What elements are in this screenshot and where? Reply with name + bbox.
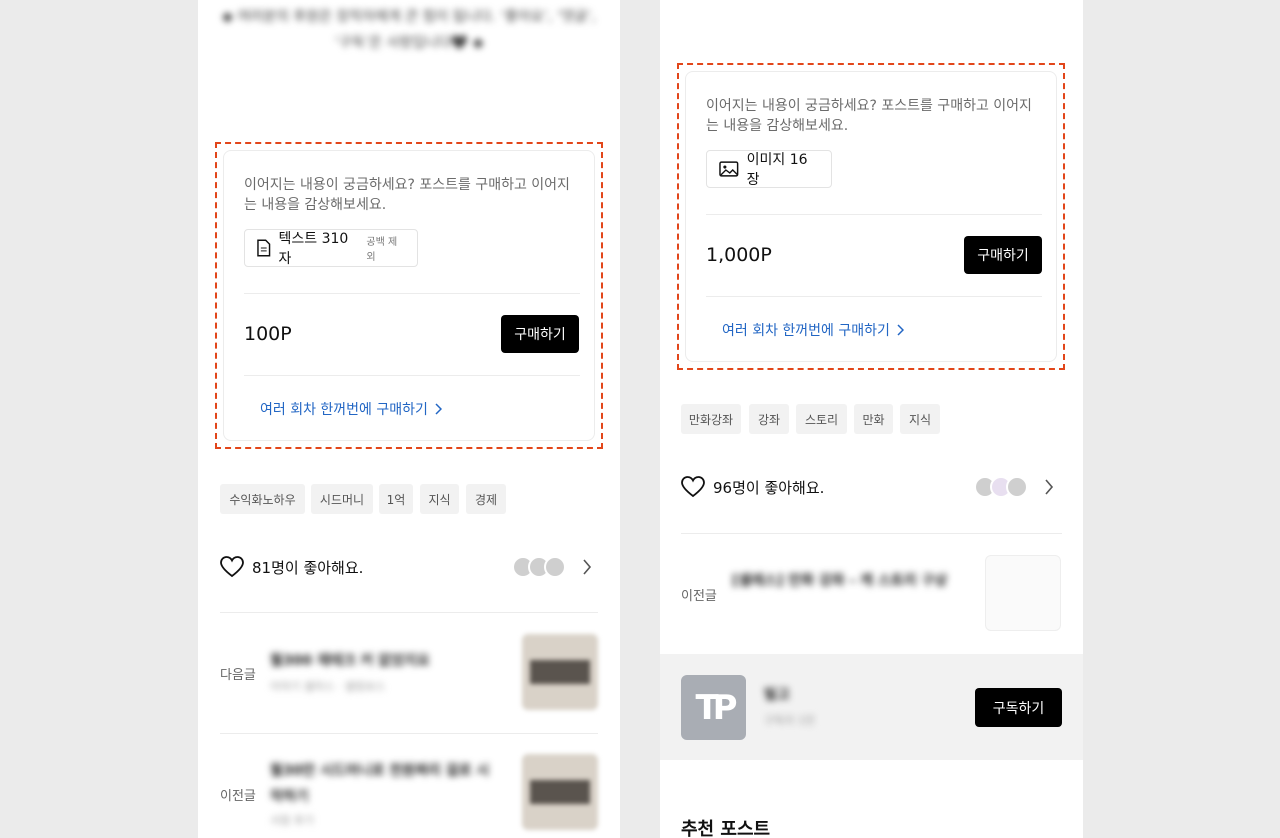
purchase-description: 이어지는 내용이 궁금하세요? 포스트를 구매하고 이어지는 내용을 감상해보세… bbox=[706, 98, 1032, 134]
tag-chip[interactable]: 스토리 bbox=[796, 404, 847, 434]
right-post-panel: 이어지는 내용이 궁금하세요? 포스트를 구매하고 이어지는 내용을 감상해보세… bbox=[660, 0, 1083, 838]
content-info-label: 텍스트 310자 bbox=[278, 231, 349, 267]
image-icon bbox=[719, 161, 739, 177]
content-info-sub: 공백 제외 bbox=[366, 237, 398, 263]
chevron-right-icon[interactable] bbox=[582, 559, 592, 575]
purchase-highlight-frame: 이어지는 내용이 궁금하세요? 포스트를 구매하고 이어지는 내용을 감상해보세… bbox=[677, 63, 1065, 370]
tag-chip[interactable]: 경제 bbox=[466, 484, 506, 514]
liker-avatars[interactable] bbox=[512, 556, 566, 578]
buy-button[interactable]: 구매하기 bbox=[501, 315, 579, 353]
bulk-purchase-link[interactable]: 여러 회차 한꺼번에 구매하기 bbox=[260, 399, 442, 419]
chevron-right-icon[interactable] bbox=[1044, 479, 1054, 495]
recommended-posts-title: 추천 포스트 bbox=[681, 819, 771, 838]
content-info-label: 이미지 16장 bbox=[746, 152, 808, 188]
next-post-sub: 이야기 셀라스 · 셀링보스 bbox=[270, 680, 386, 693]
prev-post-thumbnail[interactable] bbox=[985, 555, 1061, 631]
post-price: 1,000P bbox=[706, 244, 772, 266]
tag-chip[interactable]: 수익화노하우 bbox=[220, 484, 305, 514]
prev-post-title[interactable]: [셀레스] 만화 강좌 - 캐 스토리 구상 bbox=[732, 568, 952, 594]
tag-chip[interactable]: 지식 bbox=[420, 484, 459, 514]
purchase-card: 이어지는 내용이 궁금하세요? 포스트를 구매하고 이어지는 내용을 감상해보세… bbox=[223, 150, 595, 441]
post-price: 100P bbox=[244, 323, 292, 345]
next-post-title[interactable]: 월300 재테크 커 없었지요 bbox=[270, 648, 470, 674]
divider bbox=[220, 612, 598, 613]
tag-chip[interactable]: 만화 bbox=[854, 404, 893, 434]
divider bbox=[706, 214, 1042, 215]
purchase-highlight-frame: 이어지는 내용이 궁금하세요? 포스트를 구매하고 이어지는 내용을 감상해보세… bbox=[215, 142, 603, 449]
left-post-panel: ◆ 여러분의 후원은 창작자에게 큰 힘이 됩니다. ‘좋아요’, ‘댓글’, … bbox=[198, 0, 620, 838]
bulk-purchase-label: 여러 회차 한꺼번에 구매하기 bbox=[260, 402, 428, 418]
next-post-label: 다음글 bbox=[220, 668, 256, 683]
tag-chip[interactable]: 지식 bbox=[900, 404, 940, 434]
heart-icon[interactable] bbox=[681, 476, 705, 498]
creator-logo-text: TP bbox=[695, 687, 737, 728]
creator-name[interactable]: 빌고 bbox=[764, 682, 844, 708]
purchase-description: 이어지는 내용이 궁금하세요? 포스트를 구매하고 이어지는 내용을 감상해보세… bbox=[244, 177, 570, 213]
tag-chip[interactable]: 시드머니 bbox=[311, 484, 373, 514]
document-icon bbox=[257, 239, 271, 257]
like-count: 96명이 좋아해요. bbox=[713, 478, 825, 497]
like-count: 81명이 좋아해요. bbox=[252, 558, 364, 577]
divider bbox=[244, 293, 580, 294]
avatar bbox=[1006, 476, 1028, 498]
like-row[interactable]: 96명이 좋아해요. bbox=[681, 476, 824, 498]
next-post-thumbnail[interactable] bbox=[522, 634, 598, 710]
content-info-chip: 텍스트 310자 공백 제외 bbox=[244, 229, 418, 267]
divider bbox=[244, 375, 580, 376]
tag-chip[interactable]: 만화강좌 bbox=[681, 404, 741, 434]
prev-post-label: 이전글 bbox=[681, 589, 717, 604]
buy-button[interactable]: 구매하기 bbox=[964, 236, 1042, 274]
prev-post-label: 이전글 bbox=[220, 789, 256, 804]
divider bbox=[681, 533, 1062, 534]
like-row[interactable]: 81명이 좋아해요. bbox=[220, 556, 363, 578]
chevron-right-icon bbox=[435, 403, 442, 415]
creator-section: TP 빌고 구독자 1만 구독하기 bbox=[660, 654, 1083, 760]
divider bbox=[220, 733, 598, 734]
divider bbox=[706, 296, 1042, 297]
content-info-chip: 이미지 16장 bbox=[706, 150, 832, 188]
creator-sub: 구독자 1만 bbox=[764, 714, 815, 727]
prev-post-thumbnail[interactable] bbox=[522, 754, 598, 830]
avatar bbox=[544, 556, 566, 578]
liker-avatars[interactable] bbox=[974, 476, 1028, 498]
chevron-right-icon bbox=[897, 324, 904, 336]
subscribe-button[interactable]: 구독하기 bbox=[975, 688, 1062, 727]
prev-post-title[interactable]: 월30만 시드머니로 천원짜리 걸로 시작하기 bbox=[270, 758, 500, 810]
bulk-purchase-label: 여러 회차 한꺼번에 구매하기 bbox=[722, 323, 890, 339]
blurred-intro-text: ◆ 여러분의 후원은 창작자에게 큰 힘이 됩니다. ‘좋아요’, ‘댓글’, … bbox=[222, 9, 596, 51]
creator-logo[interactable]: TP bbox=[681, 675, 746, 740]
prev-post-sub: 서점 후기 bbox=[270, 814, 314, 827]
tag-chip[interactable]: 강좌 bbox=[749, 404, 789, 434]
purchase-card: 이어지는 내용이 궁금하세요? 포스트를 구매하고 이어지는 내용을 감상해보세… bbox=[685, 71, 1057, 362]
heart-icon[interactable] bbox=[220, 556, 244, 578]
tag-chip[interactable]: 1억 bbox=[379, 484, 413, 514]
bulk-purchase-link[interactable]: 여러 회차 한꺼번에 구매하기 bbox=[722, 320, 904, 340]
